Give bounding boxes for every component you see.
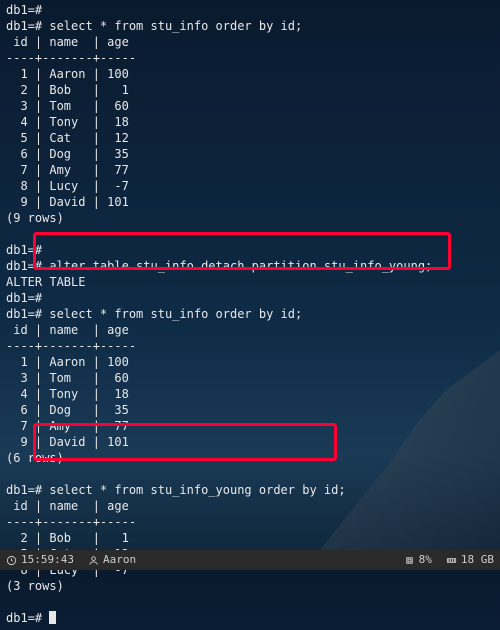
prompt: db1=# (6, 19, 49, 33)
prompt: db1=# (6, 3, 42, 17)
clock-icon (6, 555, 17, 566)
table-sep: ----+-------+----- (6, 339, 136, 353)
terminal-output[interactable]: db1=# db1=# select * from stu_info order… (0, 0, 500, 630)
user-icon (88, 555, 99, 566)
status-time: 15:59:43 (6, 552, 74, 568)
table-header: id | name | age (6, 323, 129, 337)
alter-response: ALTER TABLE (6, 275, 85, 289)
status-user-value: Aaron (103, 552, 136, 568)
row-count: (6 rows) (6, 451, 64, 465)
prompt: db1=# (6, 291, 42, 305)
table-header: id | name | age (6, 499, 129, 513)
status-cpu-value: 8% (419, 552, 432, 568)
row-count: (9 rows) (6, 211, 64, 225)
memory-icon (446, 555, 457, 566)
prompt: db1=# (6, 243, 42, 257)
prompt: db1=# (6, 307, 49, 321)
cpu-icon (404, 555, 415, 566)
status-user: Aaron (88, 552, 136, 568)
status-cpu: 8% (404, 552, 432, 568)
table-sep: ----+-------+----- (6, 51, 136, 65)
status-mem-value: 18 GB (461, 552, 494, 568)
table-body: 1 | Aaron | 100 2 | Bob | 1 3 | Tom | 60… (6, 67, 129, 209)
terminal-cursor[interactable] (49, 611, 56, 624)
sql-query: select * from stu_info order by id; (49, 307, 302, 321)
sql-query: select * from stu_info_young order by id… (49, 483, 345, 497)
status-bar: 15:59:43 Aaron 8% 18 GB (0, 550, 500, 570)
table-header: id | name | age (6, 35, 129, 49)
status-time-value: 15:59:43 (21, 552, 74, 568)
prompt: db1=# (6, 259, 49, 273)
sql-query: alter table stu_info detach partition st… (49, 259, 432, 273)
table-body: 1 | Aaron | 100 3 | Tom | 60 4 | Tony | … (6, 355, 129, 449)
table-sep: ----+-------+----- (6, 515, 136, 529)
sql-query: select * from stu_info order by id; (49, 19, 302, 33)
prompt: db1=# (6, 483, 49, 497)
status-mem: 18 GB (446, 552, 494, 568)
prompt: db1=# (6, 611, 49, 625)
row-count: (3 rows) (6, 579, 64, 593)
